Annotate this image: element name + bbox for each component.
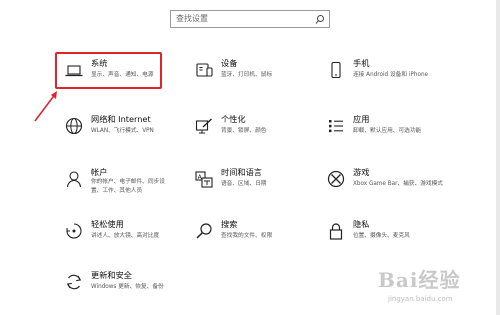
tile-description: Xbox Game Bar、捕获、游戏模式 xyxy=(353,181,443,187)
devices-icon xyxy=(194,60,214,80)
watermark-logo: Bai经验 xyxy=(378,268,461,292)
tile-phone[interactable]: 手机 连接 Android 设备和 iPhone xyxy=(320,56,445,96)
update-sync-icon xyxy=(64,272,84,292)
tile-description: 连接 Android 设备和 iPhone xyxy=(353,72,429,78)
tile-title: 帐户 xyxy=(91,167,108,177)
tile-title: 应用 xyxy=(353,114,370,124)
person-icon xyxy=(64,169,84,189)
phone-icon xyxy=(326,60,346,80)
tile-title: 时间和语言 xyxy=(221,167,262,177)
tile-gaming[interactable]: 游戏 Xbox Game Bar、捕获、游戏模式 xyxy=(320,165,445,205)
tile-title: 游戏 xyxy=(353,167,370,177)
tile-description: 位置、摄像头、麦克风 xyxy=(353,233,410,239)
tile-title: 搜索 xyxy=(221,219,238,229)
tile-title: 网络和 Internet xyxy=(91,114,151,124)
search-magnifier-icon xyxy=(194,221,214,241)
tile-description: 语音、区域、日期 xyxy=(221,181,267,187)
apps-list-icon xyxy=(326,116,346,136)
tile-time-language[interactable]: A 时间和语言 语音、区域、日期 xyxy=(188,165,313,205)
tile-description: 讲述人、放大镜、高对比度 xyxy=(91,233,160,239)
time-language-icon: A xyxy=(194,169,214,189)
highlight-box xyxy=(55,52,162,89)
tile-description: 背景、锁屏、颜色 xyxy=(221,128,267,134)
tile-description: 查找我的文件、权限 xyxy=(221,233,273,239)
tile-network[interactable]: 网络和 Internet WLAN、飞行模式、VPN xyxy=(58,112,183,152)
tile-personalization[interactable]: 个性化 背景、锁屏、颜色 xyxy=(188,112,313,152)
tile-ease-of-access[interactable]: 轻松使用 讲述人、放大镜、高对比度 xyxy=(58,217,183,257)
tile-accounts[interactable]: 帐户 你的帐户、电子邮件、同步设置、工作、其他人员 xyxy=(58,165,183,205)
tile-description: 卸载、默认应用、可选功能 xyxy=(353,128,422,134)
globe-icon xyxy=(64,116,84,136)
tile-title: 设备 xyxy=(221,58,238,68)
tile-search[interactable]: 搜索 查找我的文件、权限 xyxy=(188,217,313,257)
ease-of-access-icon xyxy=(64,221,84,241)
tile-privacy[interactable]: 隐私 位置、摄像头、麦克风 xyxy=(320,217,445,257)
tile-title: 更新和安全 xyxy=(91,270,132,280)
search-input[interactable]: 查找设置 xyxy=(170,10,330,28)
search-icon[interactable] xyxy=(313,12,326,26)
tile-title: 个性化 xyxy=(221,114,246,124)
lock-icon xyxy=(326,221,346,241)
window-right-edge xyxy=(496,0,500,315)
tile-title: 轻松使用 xyxy=(91,219,124,229)
xbox-icon xyxy=(326,169,346,189)
annotation-arrow xyxy=(34,91,57,122)
tile-title: 隐私 xyxy=(353,219,370,229)
baidu-watermark: Bai经验 jingyan.baidu.com xyxy=(372,262,496,312)
tile-apps[interactable]: 应用 卸载、默认应用、可选功能 xyxy=(320,112,445,152)
tile-title: 手机 xyxy=(353,58,370,68)
tile-devices[interactable]: 设备 蓝牙、打印机、鼠标 xyxy=(188,56,313,96)
paint-brush-icon xyxy=(194,116,214,136)
search-placeholder: 查找设置 xyxy=(176,14,208,23)
tile-description: WLAN、飞行模式、VPN xyxy=(91,128,154,134)
tile-description: 蓝牙、打印机、鼠标 xyxy=(221,72,273,78)
tile-update-security[interactable]: 更新和安全 Windows 更新、恢复、备份 xyxy=(58,268,183,308)
watermark-site: jingyan.baidu.com xyxy=(388,295,453,303)
tile-description: Windows 更新、恢复、备份 xyxy=(91,284,164,290)
tile-description: 你的帐户、电子邮件、同步设置、工作、其他人员 xyxy=(91,179,165,194)
